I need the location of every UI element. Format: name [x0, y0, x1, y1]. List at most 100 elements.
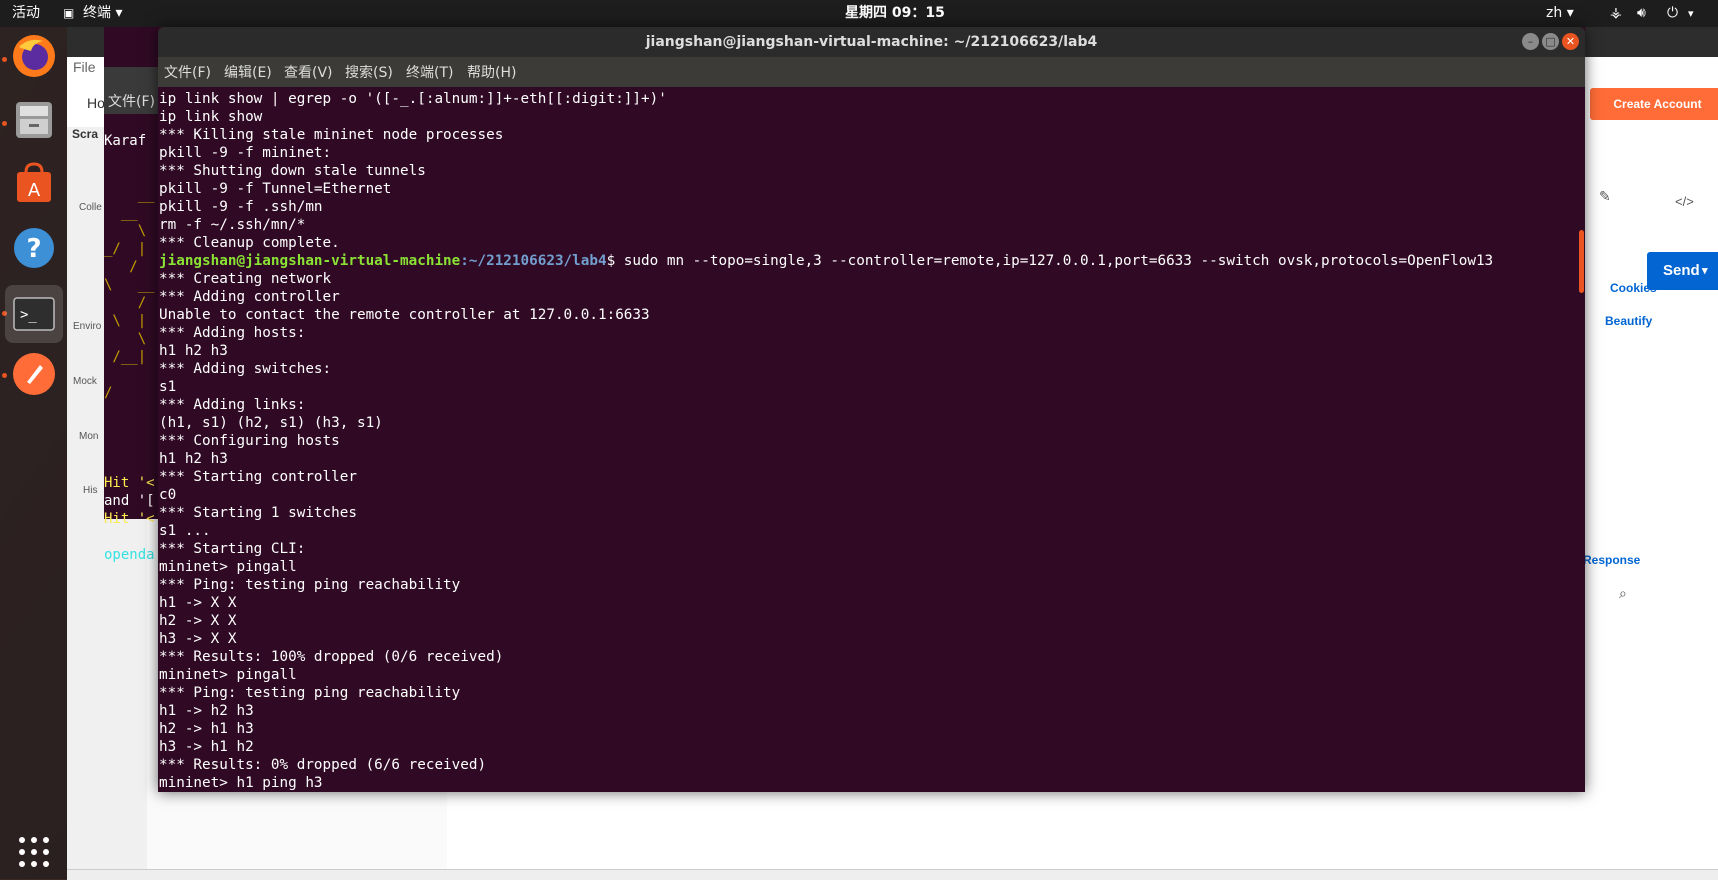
terminal-line: *** Ping: testing ping reachability: [159, 685, 461, 701]
send-button-label: Send: [1663, 262, 1700, 279]
postman-home-tab[interactable]: Ho: [87, 95, 105, 111]
karaf-line: Hit '<: [104, 511, 155, 527]
send-button[interactable]: Send ▾: [1647, 252, 1718, 290]
terminal-line: *** Cleanup complete.: [159, 235, 340, 251]
app-menu[interactable]: 终端 ▾: [83, 0, 122, 27]
beautify-link[interactable]: Beautify: [1605, 314, 1652, 328]
karaf-line: [104, 420, 160, 438]
clock[interactable]: 星期四 09：15: [845, 0, 945, 27]
terminal-line: *** Adding links:: [159, 397, 306, 413]
postman-icon[interactable]: [9, 349, 59, 399]
create-account-button[interactable]: Create Account: [1590, 88, 1718, 120]
menu-edit[interactable]: 编辑(E): [224, 57, 272, 90]
response-label[interactable]: Response: [1583, 553, 1640, 567]
terminal-output: ip link show | egrep -o '([-_.[:alnum:]]…: [159, 90, 1493, 792]
power-icon[interactable]: ⏻: [1667, 0, 1678, 27]
terminal-content[interactable]: ip link show | egrep -o '([-_.[:alnum:]]…: [158, 87, 1585, 792]
karaf-line: _/ |: [104, 241, 147, 257]
network-icon[interactable]: ⚶: [1610, 0, 1622, 27]
terminal-line: *** Adding hosts:: [159, 325, 306, 341]
chevron-down-icon: ▾: [1566, 5, 1574, 21]
menu-terminal[interactable]: 终端(T): [406, 57, 453, 90]
karaf-line: openda: [104, 547, 155, 563]
activities-button[interactable]: 活动: [12, 0, 40, 27]
karaf-line: /: [104, 259, 138, 275]
terminal-line: h2 -> h1 h3: [159, 721, 254, 737]
volume-icon[interactable]: 🔊︎: [1637, 0, 1646, 27]
code-icon[interactable]: </>: [1675, 194, 1694, 209]
terminal-line: pkill -9 -f .ssh/mn: [159, 199, 323, 215]
terminal-line: (h1, s1) (h2, s1) (h3, s1): [159, 415, 383, 431]
sidebar-item-collections[interactable]: Colle: [79, 202, 102, 213]
prompt-command: $ sudo mn --topo=single,3 --controller=r…: [606, 253, 1494, 269]
help-icon[interactable]: ?: [9, 223, 59, 273]
terminal-titlebar[interactable]: jiangshan@jiangshan-virtual-machine: ~/2…: [158, 27, 1585, 57]
cookies-link[interactable]: Cookies: [1610, 281, 1657, 295]
chevron-down-icon: ▾: [115, 5, 123, 21]
karaf-line: \ __: [104, 277, 155, 293]
sidebar-item-environments[interactable]: Enviro: [73, 321, 101, 332]
menu-help[interactable]: 帮助(H): [467, 57, 516, 90]
terminal-line: h1 -> X X: [159, 595, 237, 611]
window-title: jiangshan@jiangshan-virtual-machine: ~/2…: [645, 34, 1098, 50]
terminal-line: *** Starting CLI:: [159, 541, 306, 557]
karaf-line: [104, 150, 160, 168]
terminal-line: s1 ...: [159, 523, 211, 539]
terminal-scrollbar[interactable]: [1579, 230, 1584, 293]
terminal-line: c0: [159, 487, 177, 503]
gnome-top-bar: 活动 ▣ 终端 ▾ 星期四 09：15 zh ▾ ⚶ 🔊︎ ⏻ ▾: [0, 0, 1718, 27]
close-icon[interactable]: ✕: [1562, 33, 1579, 50]
sidebar-item-mock[interactable]: Mock: [73, 376, 97, 387]
sidebar-item-monitors[interactable]: Mon: [79, 431, 98, 442]
terminal-line: h3 -> h1 h2: [159, 739, 254, 755]
terminal-line: s1: [159, 379, 177, 395]
terminal-line: *** Results: 100% dropped (0/6 received): [159, 649, 504, 665]
chevron-down-icon: ▾: [1702, 265, 1708, 277]
menu-search[interactable]: 搜索(S): [345, 57, 393, 90]
app-menu-label: 终端: [83, 5, 111, 21]
files-icon[interactable]: [9, 95, 59, 145]
terminal-line: mininet> pingall: [159, 559, 297, 575]
karaf-line: [104, 114, 160, 132]
show-applications-icon[interactable]: [9, 827, 59, 877]
terminal-line: *** Configuring hosts: [159, 433, 340, 449]
terminal-line: *** Creating network: [159, 271, 332, 287]
karaf-line: [104, 528, 160, 546]
karaf-line: [104, 402, 160, 420]
scratch-pad-label: Scra: [72, 127, 99, 141]
edit-icon[interactable]: ✎: [1599, 188, 1611, 205]
karaf-output: Karaf __ __ \ _/ | / \ __ / \ | \ /__| / H…: [104, 114, 160, 564]
karaf-line: \ |: [104, 313, 147, 329]
chevron-down-icon[interactable]: ▾: [1688, 0, 1694, 27]
terminal-line: *** Ping: testing ping reachability: [159, 577, 461, 593]
terminal-icon[interactable]: >_: [5, 285, 63, 343]
karaf-line: and '[: [104, 493, 155, 509]
input-method[interactable]: zh ▾: [1546, 0, 1574, 27]
terminal-line: *** Results: 0% dropped (6/6 received): [159, 757, 487, 773]
minimize-icon[interactable]: –: [1522, 33, 1539, 50]
firefox-icon[interactable]: [9, 31, 59, 81]
terminal-line: h1 h2 h3: [159, 451, 228, 467]
terminal-line: h1 -> h2 h3: [159, 703, 254, 719]
menu-view[interactable]: 查看(V): [284, 57, 333, 90]
software-center-icon[interactable]: A: [9, 159, 59, 209]
terminal-window[interactable]: jiangshan@jiangshan-virtual-machine: ~/2…: [158, 27, 1585, 792]
svg-text:>_: >_: [20, 307, 37, 323]
terminal-line: *** Starting 1 switches: [159, 505, 357, 521]
karaf-line: [104, 168, 160, 186]
maximize-icon[interactable]: □: [1542, 33, 1559, 50]
input-method-label: zh: [1546, 5, 1563, 21]
karaf-menu-file[interactable]: 文件(F): [108, 91, 155, 111]
menu-file[interactable]: 文件(F): [164, 57, 211, 90]
svg-text:A: A: [28, 180, 41, 201]
karaf-line: Hit '<: [104, 475, 155, 491]
postman-statusbar: [67, 869, 1718, 880]
karaf-line: [104, 366, 160, 384]
terminal-line: mininet> pingall: [159, 667, 297, 683]
postman-file-menu[interactable]: File: [73, 59, 96, 75]
karaf-line: /: [104, 295, 147, 311]
sidebar-item-history[interactable]: His: [83, 485, 97, 496]
search-icon[interactable]: ⌕: [1619, 585, 1627, 602]
terminal-line: *** Adding controller: [159, 289, 340, 305]
svg-text:?: ?: [26, 234, 41, 264]
